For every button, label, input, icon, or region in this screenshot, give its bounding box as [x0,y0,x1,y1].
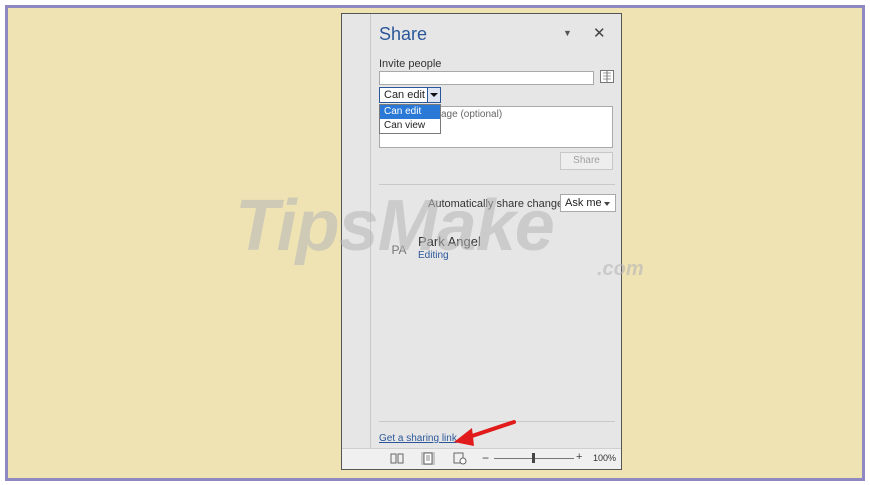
permission-dropdown-list: Can edit Can view [379,104,441,134]
word-window: Share ▼ ✕ Invite people age (optional) C… [341,13,622,470]
address-book-icon[interactable] [600,70,614,83]
get-sharing-link[interactable]: Get a sharing link [379,433,457,444]
read-mode-icon[interactable] [390,452,404,465]
document-area [342,14,371,449]
option-can-view[interactable]: Can view [380,119,440,133]
zoom-level[interactable]: 100% [593,453,616,463]
divider [379,184,615,185]
avatar: PA [391,243,407,257]
permission-select[interactable]: Can edit [379,87,441,103]
share-pane: Share ▼ ✕ Invite people age (optional) C… [371,14,621,449]
pane-options-icon[interactable]: ▼ [563,28,572,38]
pane-title: Share [379,24,428,44]
red-arrow-annotation [454,420,516,446]
permission-value: Can edit [384,89,425,101]
auto-share-label: Automatically share changes: [428,198,572,210]
invite-label: Invite people [379,58,442,70]
invite-input[interactable] [379,71,594,85]
share-button[interactable]: Share [560,152,613,170]
user-permission[interactable]: Editing [418,250,449,261]
user-name[interactable]: Park Angel [418,234,481,249]
auto-share-value: Ask me [565,197,602,209]
chevron-down-icon[interactable] [427,88,440,102]
zoom-slider-thumb[interactable] [532,453,535,463]
option-can-edit[interactable]: Can edit [380,105,440,119]
zoom-in-button[interactable]: + [576,451,582,463]
chevron-down-icon [604,202,610,206]
message-placeholder: age (optional) [441,109,503,120]
close-icon[interactable]: ✕ [593,24,606,42]
print-layout-icon[interactable] [421,452,435,465]
auto-share-select[interactable]: Ask me [560,194,616,212]
